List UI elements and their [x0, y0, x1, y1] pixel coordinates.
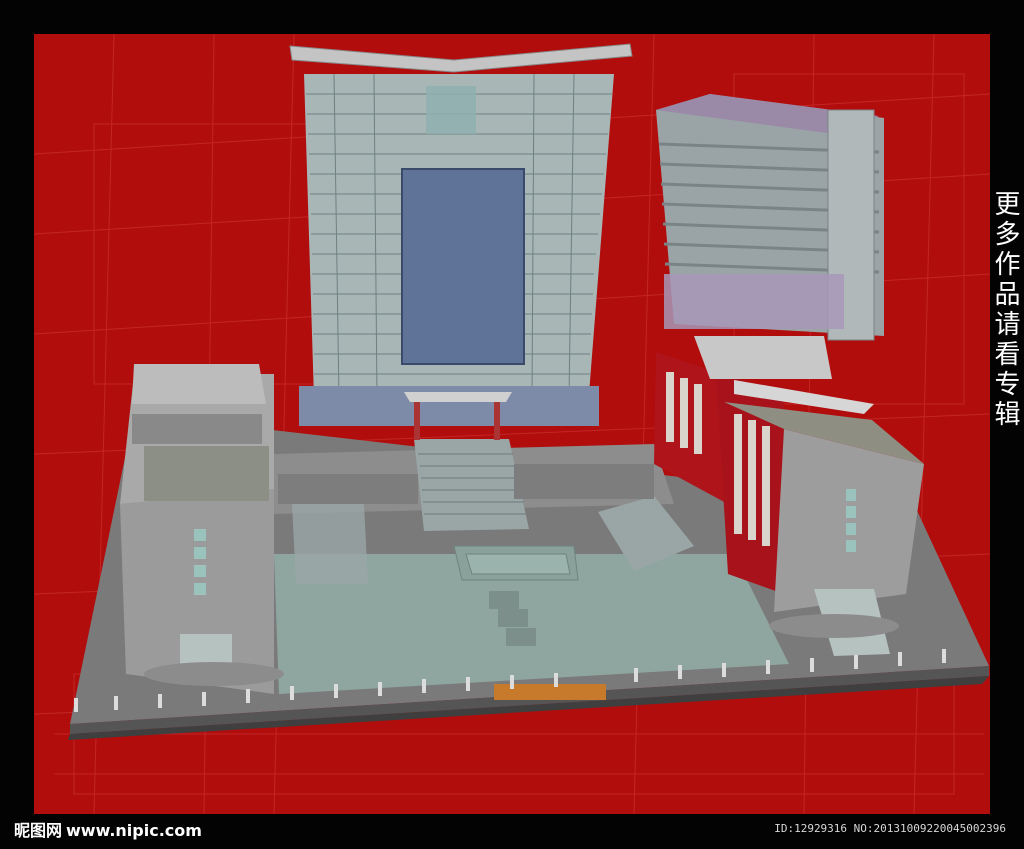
left-building — [120, 364, 284, 694]
screenshot-stage: 更多作品请看专辑 昵图网 www.nipic.com ID:12929316 NO… — [0, 0, 1024, 849]
main-tower — [289, 43, 633, 440]
architecture-render — [34, 34, 990, 814]
side-caption-text: 更多作品请看专辑 — [990, 190, 1020, 430]
watermark-brand: 昵图网 — [14, 821, 63, 840]
render-viewport — [34, 34, 990, 814]
watermark-logo: 昵图网 www.nipic.com — [14, 817, 202, 841]
right-office-block — [656, 94, 884, 341]
watermark-site: www.nipic.com — [66, 821, 202, 840]
image-id-label: ID:12929316 NO:20131009220045002396 — [774, 822, 1006, 835]
